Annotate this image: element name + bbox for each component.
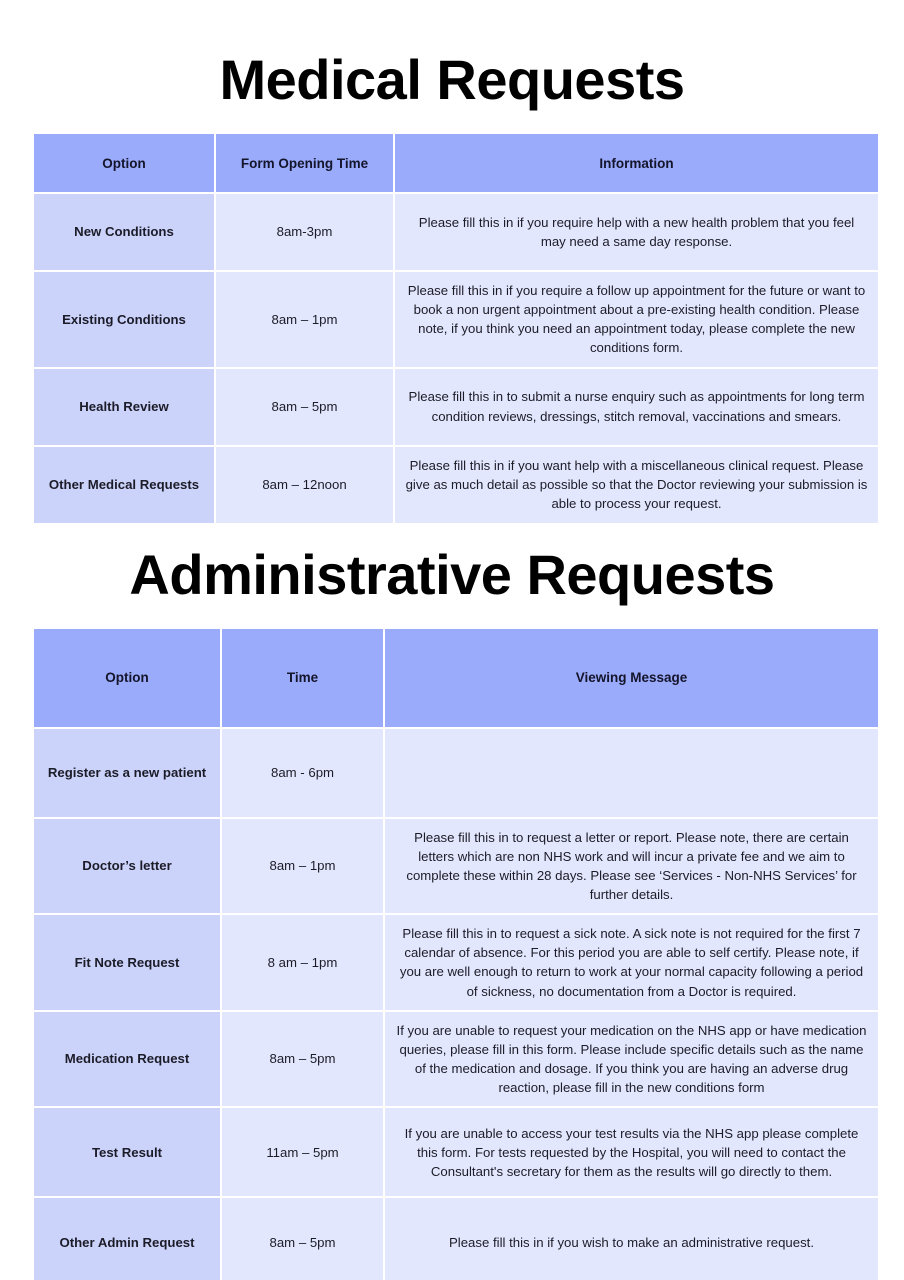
cell-time: 11am – 5pm xyxy=(222,1108,383,1197)
medical-requests-table-wrapper: Option Form Opening Time Information New… xyxy=(32,132,878,525)
cell-time: 8 am – 1pm xyxy=(222,915,383,1010)
table-row: Test Result 11am – 5pm If you are unable… xyxy=(34,1108,878,1197)
administrative-table-header: Option Time Viewing Message xyxy=(34,628,878,727)
column-header-form-opening-time: Form Opening Time xyxy=(216,134,393,192)
medical-table-header: Option Form Opening Time Information xyxy=(34,134,878,192)
column-header-information: Information xyxy=(395,134,878,192)
table-header-row: Option Time Viewing Message xyxy=(34,628,878,727)
table-row: Health Review 8am – 5pm Please fill this… xyxy=(34,368,878,445)
cell-option: Existing Conditions xyxy=(34,272,214,367)
cell-option: Medication Request xyxy=(34,1011,220,1107)
cell-viewing-message: If you are unable to access your test re… xyxy=(385,1108,878,1197)
cell-time: 8am – 5pm xyxy=(222,1011,383,1107)
column-header-option: Option xyxy=(34,134,214,192)
document-page: Medical Requests Option Form Opening Tim… xyxy=(0,0,904,1280)
table-row: Other Medical Requests 8am – 12noon Plea… xyxy=(34,446,878,523)
cell-viewing-message: Please fill this in if you wish to make … xyxy=(385,1198,878,1280)
medical-requests-table: Option Form Opening Time Information New… xyxy=(32,132,880,525)
page-title-administrative-requests: Administrative Requests xyxy=(129,542,775,606)
cell-information: Please fill this in if you require a fol… xyxy=(395,272,878,367)
administrative-requests-table-wrapper: Option Time Viewing Message Register as … xyxy=(32,627,878,1280)
cell-time: 8am – 12noon xyxy=(216,446,393,523)
cell-option: Register as a new patient xyxy=(34,728,220,817)
table-row: Register as a new patient 8am - 6pm xyxy=(34,728,878,817)
cell-option: Doctor’s letter xyxy=(34,818,220,914)
cell-time: 8am-3pm xyxy=(216,194,393,270)
cell-information: Please fill this in if you require help … xyxy=(395,194,878,270)
cell-option: Other Medical Requests xyxy=(34,446,214,523)
cell-time: 8am – 5pm xyxy=(222,1198,383,1280)
cell-option: Health Review xyxy=(34,368,214,445)
column-header-time: Time xyxy=(222,628,383,727)
cell-information: Please fill this in to submit a nurse en… xyxy=(395,368,878,445)
cell-time: 8am – 1pm xyxy=(222,818,383,914)
cell-time: 8am – 1pm xyxy=(216,272,393,367)
table-header-row: Option Form Opening Time Information xyxy=(34,134,878,192)
medical-table-body: New Conditions 8am-3pm Please fill this … xyxy=(34,194,878,523)
administrative-table-body: Register as a new patient 8am - 6pm Doct… xyxy=(34,728,878,1280)
cell-viewing-message: Please fill this in to request a sick no… xyxy=(385,915,878,1010)
column-header-option: Option xyxy=(34,628,220,727)
cell-option: Test Result xyxy=(34,1108,220,1197)
cell-time: 8am – 5pm xyxy=(216,368,393,445)
cell-information: Please fill this in if you want help wit… xyxy=(395,446,878,523)
cell-option: Fit Note Request xyxy=(34,915,220,1010)
table-row: Doctor’s letter 8am – 1pm Please fill th… xyxy=(34,818,878,914)
cell-viewing-message: If you are unable to request your medica… xyxy=(385,1011,878,1107)
table-row: Other Admin Request 8am – 5pm Please fil… xyxy=(34,1198,878,1280)
cell-viewing-message: Please fill this in to request a letter … xyxy=(385,818,878,914)
cell-time: 8am - 6pm xyxy=(222,728,383,817)
cell-option: New Conditions xyxy=(34,194,214,270)
page-title-medical-requests: Medical Requests xyxy=(219,48,685,111)
table-row: Medication Request 8am – 5pm If you are … xyxy=(34,1011,878,1107)
administrative-requests-table: Option Time Viewing Message Register as … xyxy=(32,627,880,1280)
table-row: Existing Conditions 8am – 1pm Please fil… xyxy=(34,272,878,367)
column-header-viewing-message: Viewing Message xyxy=(385,628,878,727)
cell-option: Other Admin Request xyxy=(34,1198,220,1280)
table-row: Fit Note Request 8 am – 1pm Please fill … xyxy=(34,915,878,1010)
cell-viewing-message xyxy=(385,728,878,817)
table-row: New Conditions 8am-3pm Please fill this … xyxy=(34,194,878,270)
